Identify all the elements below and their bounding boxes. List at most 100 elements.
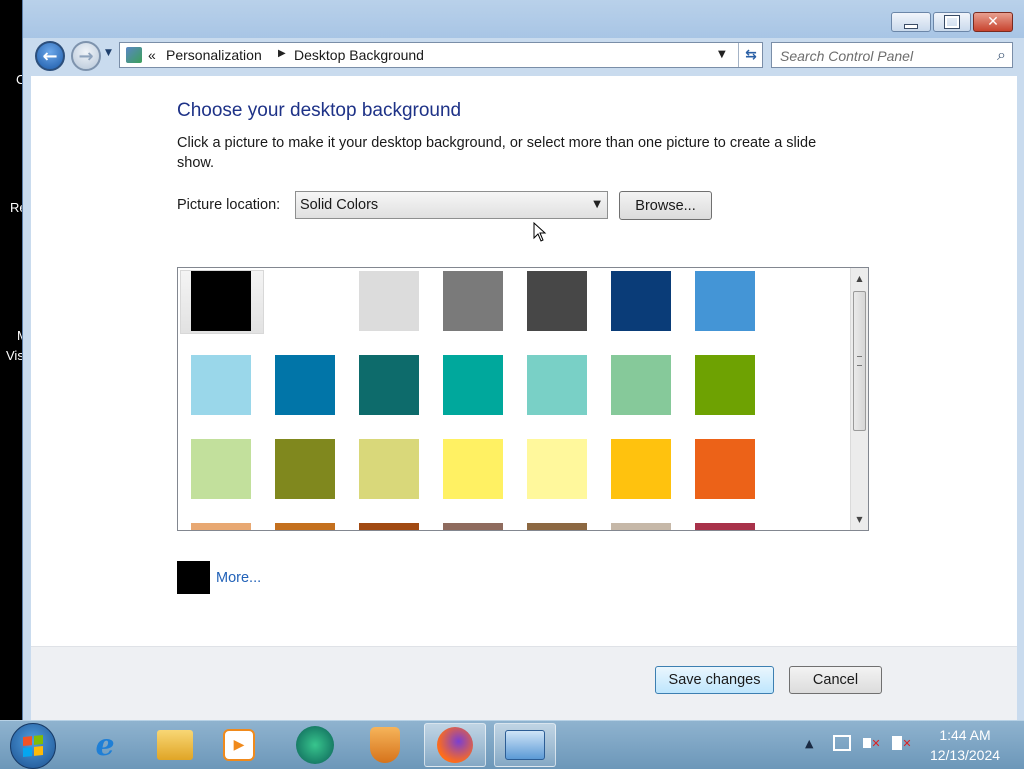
taskbar-chat-app[interactable] [284,723,346,767]
action-center-icon[interactable] [832,733,852,753]
mouse-cursor-icon [533,222,547,242]
taskbar-firefox[interactable] [424,723,486,767]
chat-app-icon [296,726,334,764]
search-box[interactable]: ⌕ [771,42,1013,68]
color-swatch[interactable] [695,439,755,499]
back-arrow-icon: ← [42,45,58,67]
color-swatch[interactable] [191,523,251,530]
address-bar[interactable]: « Personalization ▶ Desktop Background ▼… [119,42,763,68]
control-panel-icon [126,47,142,63]
color-swatch[interactable] [443,271,503,331]
address-dropdown-icon[interactable]: ▼ [718,49,726,60]
color-swatch[interactable] [611,355,671,415]
system-clock[interactable]: 1:44 AM 12/13/2024 [922,725,1008,765]
color-swatch[interactable] [527,439,587,499]
control-panel-icon [505,730,545,760]
scroll-up-button[interactable]: ▲ [851,270,868,287]
media-player-icon: ▶ [223,729,255,761]
page-title: Choose your desktop background [177,100,462,121]
network-disconnected-icon[interactable]: ✕ [892,733,912,753]
color-swatch[interactable] [611,271,671,331]
internet-explorer-icon: e [95,727,115,763]
taskbar-shield-app[interactable] [354,723,416,767]
minimize-icon [904,23,918,29]
color-swatch[interactable] [527,271,587,331]
color-swatch[interactable] [443,355,503,415]
color-swatch[interactable] [275,271,335,331]
color-swatch[interactable] [611,523,671,530]
more-colors-link[interactable]: More... [216,570,261,586]
recent-pages-dropdown[interactable]: ▼ [105,48,112,58]
breadcrumb-personalization[interactable]: Personalization [166,47,262,63]
color-swatch[interactable] [275,439,335,499]
footer-bar: Save changes Cancel [31,646,1017,721]
color-swatch[interactable] [527,355,587,415]
clock-date: 12/13/2024 [929,747,1001,763]
browse-button[interactable]: Browse... [619,191,712,220]
color-swatch-grid[interactable]: ▲ ▼ [177,267,869,531]
refresh-icon: ⇆ [745,47,757,63]
scroll-down-button[interactable]: ▼ [851,511,868,528]
color-swatch[interactable] [527,523,587,530]
refresh-button[interactable]: ⇆ [738,43,763,67]
chevron-up-icon: ▲ [805,737,814,750]
taskbar-file-explorer[interactable] [144,723,206,767]
shield-app-icon [370,727,400,763]
search-input[interactable] [778,46,982,66]
scrollbar-thumb[interactable] [853,291,866,431]
forward-button[interactable]: → [71,41,101,71]
color-swatch[interactable] [695,355,755,415]
color-swatch[interactable] [191,439,251,499]
chevron-down-icon: ▼ [105,48,112,58]
current-color-preview [177,561,210,594]
cancel-button[interactable]: Cancel [789,666,882,694]
chevron-down-icon: ▼ [593,199,601,210]
windows-logo-icon [23,734,43,758]
show-hidden-icons-button[interactable]: ▲ [805,737,813,750]
forward-arrow-icon: → [78,45,94,67]
color-swatch[interactable] [611,439,671,499]
navigation-bar: ← → ▼ « Personalization ▶ Desktop Backgr… [23,38,1024,72]
close-icon: ✕ [987,14,999,30]
color-swatch[interactable] [275,355,335,415]
color-swatch[interactable] [443,439,503,499]
page-description: Click a picture to make it your desktop … [177,135,817,171]
breadcrumb-separator-icon[interactable]: ▶ [278,48,286,59]
color-swatch[interactable] [359,355,419,415]
maximize-icon [944,15,960,29]
taskbar-internet-explorer[interactable]: e [74,723,136,767]
color-swatch[interactable] [443,523,503,530]
firefox-icon [437,727,473,763]
back-button[interactable]: ← [35,41,65,71]
color-swatch[interactable] [275,523,335,530]
color-swatch[interactable] [191,355,251,415]
breadcrumb-overflow[interactable]: « [148,47,156,63]
save-changes-button[interactable]: Save changes [655,666,774,694]
taskbar-media-player[interactable]: ▶ [208,723,270,767]
color-swatch[interactable] [695,523,755,530]
title-bar[interactable]: ✕ [23,0,1024,38]
maximize-button[interactable] [933,12,971,32]
picture-location-value: Solid Colors [300,197,379,213]
control-panel-window: ✕ ← → ▼ « Personalization ▶ Desktop Back… [22,0,1024,721]
color-swatch[interactable] [359,439,419,499]
taskbar-control-panel[interactable] [494,723,556,767]
volume-muted-icon[interactable]: ✕ [862,733,882,753]
close-button[interactable]: ✕ [973,12,1013,32]
color-swatch[interactable] [191,271,251,331]
start-button[interactable] [10,723,56,769]
taskbar: e ▶ ▲ ✕ ✕ 1:44 AM 12/13/2024 [0,720,1024,769]
color-swatch[interactable] [359,523,419,530]
scroll-up-icon: ▲ [856,274,863,283]
minimize-button[interactable] [891,12,931,32]
vertical-scrollbar[interactable]: ▲ ▼ [850,268,868,530]
grip-icon [857,356,862,366]
color-swatch[interactable] [695,271,755,331]
color-swatch[interactable] [359,271,419,331]
picture-location-label: Picture location: [177,197,281,213]
clock-time: 1:44 AM [939,727,991,743]
picture-location-select[interactable]: Solid Colors ▼ [295,191,608,219]
file-explorer-icon [157,730,193,760]
search-icon[interactable]: ⌕ [997,45,1006,65]
breadcrumb-desktop-background[interactable]: Desktop Background [294,47,424,63]
